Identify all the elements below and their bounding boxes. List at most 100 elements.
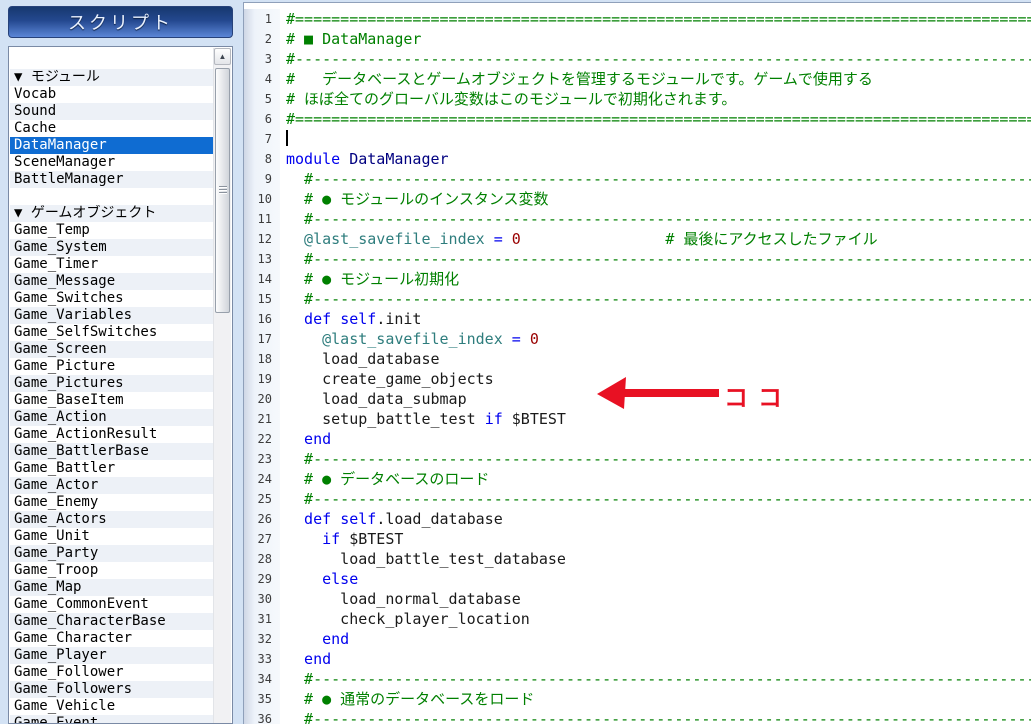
line-text: # ■ DataManager (286, 30, 422, 48)
script-list-item[interactable]: Game_Character (10, 630, 214, 647)
scroll-up-button[interactable]: ▲ (214, 48, 231, 65)
code-line[interactable]: 21 setup_battle_test if $BTEST (244, 409, 1031, 429)
script-list-item[interactable]: Game_SelfSwitches (10, 324, 214, 341)
script-list-item[interactable]: Game_Vehicle (10, 698, 214, 715)
script-list-item[interactable]: SceneManager (10, 154, 214, 171)
script-list[interactable]: ▼ モジュール Vocab Sound Cache DataManager SceneMa… (8, 46, 233, 724)
script-list-item[interactable]: Game_System (10, 239, 214, 256)
script-list-item[interactable]: Game_ActionResult (10, 426, 214, 443)
script-list-section[interactable]: ▼ モジュール (10, 69, 214, 86)
script-list-item[interactable]: Game_BattlerBase (10, 443, 214, 460)
script-list-item[interactable]: Game_BaseItem (10, 392, 214, 409)
script-list-item[interactable]: Game_Variables (10, 307, 214, 324)
code-line[interactable]: 25 #------------------------------------… (244, 489, 1031, 509)
script-list-item[interactable] (10, 52, 214, 69)
line-text: #=======================================… (286, 10, 1031, 28)
code-line[interactable]: 27 if $BTEST (244, 529, 1031, 549)
script-list-item[interactable]: Game_Battler (10, 460, 214, 477)
script-list-item[interactable]: Game_Timer (10, 256, 214, 273)
script-list-item[interactable]: Vocab (10, 86, 214, 103)
code-line[interactable]: 13 #------------------------------------… (244, 249, 1031, 269)
code-line[interactable]: 16 def self.init (244, 309, 1031, 329)
script-list-item[interactable]: Game_Picture (10, 358, 214, 375)
line-number: 6 (244, 109, 280, 129)
script-list-item[interactable]: Game_CommonEvent (10, 596, 214, 613)
line-text: #---------------------------------------… (304, 250, 1031, 268)
script-list-item[interactable]: Game_Actor (10, 477, 214, 494)
line-number: 14 (244, 269, 280, 289)
script-list-section[interactable]: ▼ ゲームオブジェクト (10, 205, 214, 222)
code-line[interactable]: 7 (244, 129, 1031, 149)
script-list-item[interactable]: DataManager (10, 137, 214, 154)
code-line[interactable]: 34 #------------------------------------… (244, 669, 1031, 689)
script-list-item[interactable]: Sound (10, 103, 214, 120)
code-line[interactable]: 23 #------------------------------------… (244, 449, 1031, 469)
code-line[interactable]: 3 #--------------------------------------… (244, 49, 1031, 69)
script-list-item[interactable]: Game_Switches (10, 290, 214, 307)
code-line[interactable]: 10 # ● モジュールのインスタンス変数 (244, 189, 1031, 209)
script-list-item[interactable]: BattleManager (10, 171, 214, 188)
code-line[interactable]: 11 #------------------------------------… (244, 209, 1031, 229)
line-number: 5 (244, 89, 280, 109)
code-line[interactable]: 24 # ● データベースのロード (244, 469, 1031, 489)
script-list-item[interactable]: Game_Actors (10, 511, 214, 528)
code-line[interactable]: 22 end (244, 429, 1031, 449)
code-line[interactable]: 15 #------------------------------------… (244, 289, 1031, 309)
code-line[interactable]: 26 def self.load_database (244, 509, 1031, 529)
code-line[interactable]: 12 @last_savefile_index = 0 # 最後にアクセスしたフ… (244, 229, 1031, 249)
code-line[interactable]: 1 #======================================… (244, 9, 1031, 29)
line-number: 31 (244, 609, 280, 629)
script-list-item[interactable]: Game_Follower (10, 664, 214, 681)
script-list-scrollbar[interactable]: ▲ (213, 48, 231, 723)
code-line[interactable]: 32 end (244, 629, 1031, 649)
script-list-item[interactable]: Game_Message (10, 273, 214, 290)
script-list-item[interactable]: Game_Enemy (10, 494, 214, 511)
code-line[interactable]: 14 # ● モジュール初期化 (244, 269, 1031, 289)
script-list-item[interactable]: Game_Map (10, 579, 214, 596)
scripts-header-label: スクリプト (68, 13, 173, 33)
script-list-item[interactable]: Game_Party (10, 545, 214, 562)
script-list-item[interactable]: Game_CharacterBase (10, 613, 214, 630)
line-number: 17 (244, 329, 280, 349)
script-list-item[interactable]: Game_Troop (10, 562, 214, 579)
code-line[interactable]: 9 #-------------------------------------… (244, 169, 1031, 189)
line-text: end (322, 630, 350, 648)
line-number: 13 (244, 249, 280, 269)
script-list-item[interactable]: Game_Event (10, 715, 214, 723)
line-number: 25 (244, 489, 280, 509)
code-line[interactable]: 36 #------------------------------------… (244, 709, 1031, 724)
code-line[interactable]: 5 # ほぼ全てのグローバル変数はこのモジュールで初期化されます。 (244, 89, 1031, 109)
code-line[interactable]: 18 load_database (244, 349, 1031, 369)
script-list-item[interactable]: Cache (10, 120, 214, 137)
code-line[interactable]: 28 load_battle_test_database (244, 549, 1031, 569)
line-text: load_database (286, 350, 440, 368)
script-list-item[interactable]: Game_Temp (10, 222, 214, 239)
line-text: # データベースとゲームオブジェクトを管理するモジュールです。ゲームで使用する (286, 70, 873, 88)
script-list-item[interactable]: Game_Action (10, 409, 214, 426)
code-line[interactable]: 8 module DataManager (244, 149, 1031, 169)
code-line[interactable]: 29 else (244, 569, 1031, 589)
script-list-item[interactable] (10, 188, 214, 205)
line-text: module DataManager (286, 150, 449, 168)
line-number: 34 (244, 669, 280, 689)
code-line[interactable]: 6 #======================================… (244, 109, 1031, 129)
code-editor[interactable]: 1 #======================================… (243, 2, 1031, 724)
line-text: else (322, 570, 359, 588)
script-list-items: ▼ モジュール Vocab Sound Cache DataManager SceneMa… (10, 52, 214, 723)
script-list-item[interactable]: Game_Pictures (10, 375, 214, 392)
scripts-header-button[interactable]: スクリプト (8, 6, 233, 38)
code-line[interactable]: 33 end (244, 649, 1031, 669)
code-line[interactable]: 31 check_player_location (244, 609, 1031, 629)
scroll-thumb[interactable] (215, 68, 230, 313)
code-line[interactable]: 19 create_game_objects (244, 369, 1031, 389)
script-list-item[interactable]: Game_Unit (10, 528, 214, 545)
code-line[interactable]: 30 load_normal_database (244, 589, 1031, 609)
code-line[interactable]: 35 # ● 通常のデータベースをロード (244, 689, 1031, 709)
script-list-item[interactable]: Game_Followers (10, 681, 214, 698)
code-line[interactable]: 4 # データベースとゲームオブジェクトを管理するモジュールです。ゲームで使用する (244, 69, 1031, 89)
code-line[interactable]: 17 @last_savefile_index = 0 (244, 329, 1031, 349)
code-line[interactable]: 2 # ■ DataManager (244, 29, 1031, 49)
code-line[interactable]: 20 load_data_submap (244, 389, 1031, 409)
script-list-item[interactable]: Game_Screen (10, 341, 214, 358)
script-list-item[interactable]: Game_Player (10, 647, 214, 664)
